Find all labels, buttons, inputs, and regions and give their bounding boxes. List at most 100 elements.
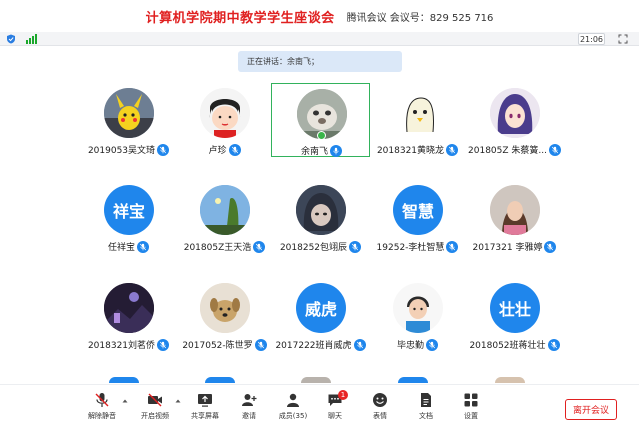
mic-muted-icon — [254, 338, 267, 351]
speaking-status-icon — [317, 131, 326, 140]
video-button[interactable]: 开启视频 — [137, 392, 173, 426]
participant-name: 201805Z王天浩 — [183, 243, 252, 253]
share-screen-button[interactable]: 共享屏幕 — [187, 392, 223, 426]
mic-muted-icon — [137, 240, 149, 253]
meeting-id: 腾讯会议 会议号：829 525 716 — [346, 12, 494, 24]
cartoon-girl-photo — [200, 88, 250, 138]
members-button[interactable]: 成员(35) — [275, 392, 311, 426]
mic-muted-icon — [547, 338, 560, 351]
share-screen-icon — [198, 394, 212, 407]
meeting-title: 计算机学院期中教学学生座谈会 — [145, 10, 335, 26]
dog-photo — [200, 283, 250, 333]
participant-tile[interactable]: 2019053吴文琦 — [79, 83, 178, 157]
participant-tile[interactable]: 毕忠勤 — [368, 278, 467, 352]
window-titlebar: 21:06 — [0, 32, 639, 46]
avatar — [104, 283, 154, 333]
participant-tile[interactable]: 201805Z 朱蔡簧... — [465, 83, 564, 157]
smiley-icon — [373, 393, 387, 407]
child-photo — [393, 283, 443, 333]
participant-name: 2018252包翊辰 — [279, 243, 348, 253]
share-screen-label: 共享屏幕 — [191, 412, 219, 420]
partial-avatar — [109, 377, 139, 383]
video-label: 开启视频 — [141, 412, 169, 420]
avatar-initials: 祥宝 — [104, 185, 154, 235]
settings-label: 设置 — [464, 412, 478, 420]
cartoon-chick-photo — [393, 88, 443, 138]
mic-muted-icon — [426, 338, 438, 351]
caret-up-icon[interactable] — [175, 398, 181, 404]
participant-name: 卢珍 — [208, 146, 227, 156]
participant-tile[interactable]: 201805Z王天浩 — [175, 180, 274, 254]
meeting-clock: 21:06 — [578, 33, 605, 45]
caret-up-icon[interactable] — [122, 398, 128, 404]
mic-muted-icon — [157, 338, 170, 351]
participant-name: 19252-李杜智慧 — [376, 243, 445, 253]
mic-muted-icon — [353, 338, 366, 351]
network-signal-icon[interactable] — [26, 34, 37, 44]
participant-name: 任祥宝 — [107, 243, 135, 253]
participant-tile[interactable]: 壮壮 2018052班蒋壮壮 — [465, 278, 564, 352]
avatar — [393, 283, 443, 333]
document-icon — [421, 393, 431, 407]
microphone-muted-icon — [95, 393, 109, 407]
participant-name: 2018321刘茗侨 — [87, 341, 156, 351]
avatar — [200, 88, 250, 138]
meeting-toolbar: 解除静音 开启视频 共享屏幕 邀请 成员(35) 1 聊天 表情 文档 设置 离… — [0, 384, 639, 427]
participant-tile-active[interactable]: 余南飞 — [271, 83, 370, 157]
invite-label: 邀请 — [242, 412, 256, 420]
participant-tile[interactable]: 智慧 19252-李杜智慧 — [368, 180, 467, 254]
partial-avatar — [398, 377, 428, 383]
participant-tile[interactable]: 威虎 2017222班肖威虎 — [271, 278, 370, 352]
anime-dark-photo — [296, 185, 346, 235]
mic-active-icon — [330, 144, 342, 157]
mic-muted-icon — [157, 143, 170, 156]
chat-unread-badge: 1 — [338, 390, 348, 400]
leave-meeting-button[interactable]: 离开会议 — [565, 399, 617, 420]
avatar-initials: 威虎 — [296, 283, 346, 333]
members-icon — [287, 393, 299, 407]
participant-name: 2017222班肖威虎 — [275, 341, 352, 351]
participant-tile[interactable]: 2018321黄晓龙 — [368, 83, 467, 157]
night-scene-photo — [104, 283, 154, 333]
shield-icon[interactable] — [6, 34, 16, 44]
participant-name: 毕忠勤 — [396, 341, 424, 351]
anime-character-photo — [490, 88, 540, 138]
participant-tile[interactable]: 2018252包翊辰 — [271, 180, 370, 254]
add-user-icon — [242, 394, 257, 406]
mute-button[interactable]: 解除静音 — [84, 392, 120, 426]
participant-name: 2017321 李雅婷 — [472, 243, 543, 253]
mic-muted-icon — [548, 143, 561, 156]
avatar — [296, 185, 346, 235]
landscape-photo — [200, 185, 250, 235]
avatar-initials: 壮壮 — [490, 283, 540, 333]
mic-muted-icon — [544, 240, 557, 253]
avatar — [490, 88, 540, 138]
participant-name: 2017052-陈世罗 — [182, 341, 253, 351]
participant-name: 余南飞 — [300, 147, 328, 157]
mic-muted-icon — [446, 240, 459, 253]
settings-button[interactable]: 设置 — [453, 392, 489, 426]
participant-tile[interactable]: 2018321刘茗侨 — [79, 278, 178, 352]
participant-tile[interactable]: 祥宝 任祥宝 — [79, 180, 178, 254]
speaking-indicator: 正在讲话：余南飞； — [238, 51, 402, 72]
participant-tile[interactable]: 2017052-陈世罗 — [175, 278, 274, 352]
participant-name: 2019053吴文琦 — [87, 146, 156, 156]
portrait-photo — [490, 185, 540, 235]
participant-tile[interactable]: 2017321 李雅婷 — [465, 180, 564, 254]
fullscreen-icon[interactable] — [618, 34, 628, 44]
documents-label: 文档 — [419, 412, 433, 420]
avatar — [393, 88, 443, 138]
avatar — [104, 88, 154, 138]
camera-off-icon — [148, 393, 162, 407]
invite-button[interactable]: 邀请 — [231, 392, 267, 426]
partial-avatar — [301, 377, 331, 383]
reactions-button[interactable]: 表情 — [362, 392, 398, 426]
mic-muted-icon — [253, 240, 266, 253]
documents-button[interactable]: 文档 — [408, 392, 444, 426]
settings-grid-icon — [464, 393, 478, 407]
video-grid: 正在讲话：余南飞； 2019053吴文琦 卢珍 余南飞 2018321黄晓龙 2… — [0, 46, 639, 380]
pikachu-photo — [104, 88, 154, 138]
chat-button[interactable]: 1 聊天 — [317, 390, 353, 426]
participant-tile[interactable]: 卢珍 — [175, 83, 274, 157]
meeting-banner: 计算机学院期中教学学生座谈会 腾讯会议 会议号：829 525 716 — [0, 0, 639, 32]
